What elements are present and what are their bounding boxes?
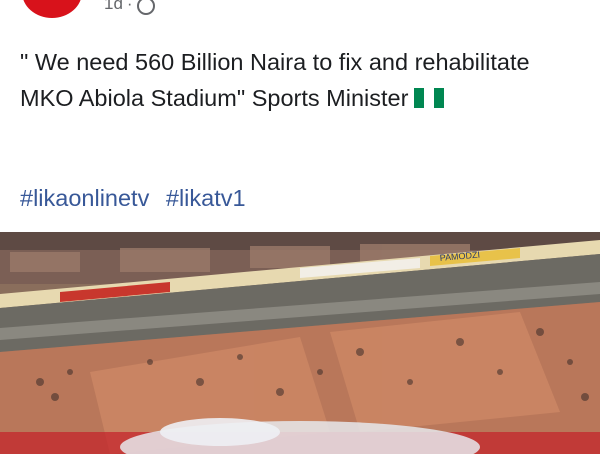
separator-dot: · [126, 0, 133, 13]
page-avatar[interactable] [22, 0, 82, 18]
post-text-body: " We need 560 Billion Naira to fix and r… [20, 49, 530, 111]
nigeria-flag-icon [414, 88, 445, 108]
post-meta: 1d · [104, 0, 155, 15]
post-photo[interactable]: PAMODZI [0, 232, 600, 454]
post-text: " We need 560 Billion Naira to fix and r… [20, 44, 580, 116]
hashtag-link[interactable]: #likatv1 [166, 185, 246, 211]
hashtags: #likaonlinetv #likatv1 [20, 185, 256, 212]
globe-icon [136, 0, 155, 15]
stadium-photo-illustration: PAMODZI [0, 232, 600, 454]
post-time[interactable]: 1d [104, 0, 123, 14]
hashtag-link[interactable]: #likaonlinetv [20, 185, 149, 211]
